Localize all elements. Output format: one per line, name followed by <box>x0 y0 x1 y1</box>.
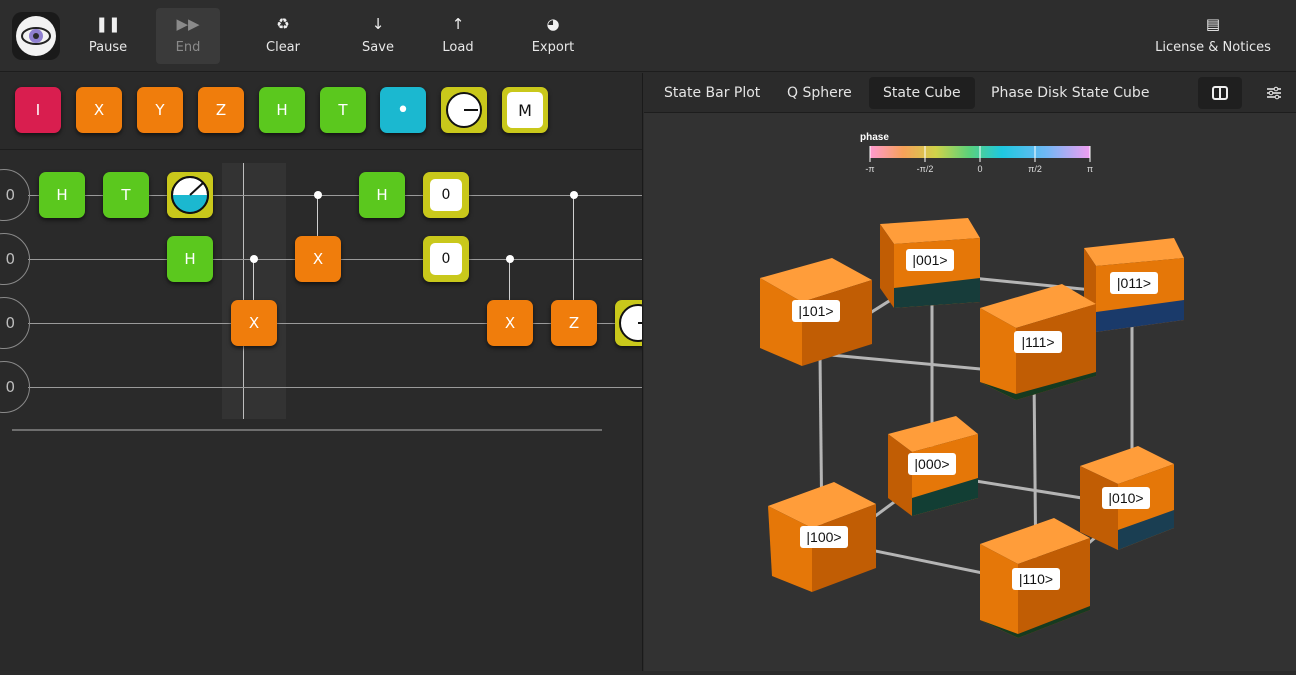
control-dot[interactable] <box>250 255 258 263</box>
circuit-gate-x[interactable]: X <box>231 300 277 346</box>
load-button[interactable]: ↑ Load <box>428 8 488 64</box>
circuit-gate-probe[interactable] <box>615 300 642 346</box>
arrow-down-icon: ↓ <box>371 15 385 33</box>
pause-icon: ❚❚ <box>95 15 121 33</box>
state-label: |111> <box>1021 334 1054 350</box>
state-label: |011> <box>1117 275 1151 291</box>
legend-tick: 0 <box>977 164 982 174</box>
state-cube-101[interactable]: |101> <box>760 258 872 366</box>
circuit-gate-x[interactable]: X <box>295 236 341 282</box>
circuit-divider <box>12 429 602 431</box>
palette-icon: ◕ <box>546 15 560 33</box>
state-cube-110[interactable]: |110> <box>980 518 1090 638</box>
palette-gate-x[interactable]: X <box>76 87 122 133</box>
state-cube-view[interactable]: phase -π -π/2 0 π/2 π |001> |011> |000> … <box>644 114 1296 671</box>
split-view-icon[interactable] <box>1198 77 1242 109</box>
circuit-gate-probe[interactable] <box>167 172 213 218</box>
palette-gate-y[interactable]: Y <box>137 87 183 133</box>
palette-gate-measure[interactable]: M <box>502 87 548 133</box>
state-cube-001[interactable]: |001> <box>880 218 980 308</box>
state-cube-010[interactable]: |010> <box>1080 446 1174 550</box>
tab-phase-disk-state-cube[interactable]: Phase Disk State Cube <box>977 77 1163 109</box>
legend-tick: π/2 <box>1028 164 1042 174</box>
document-icon: ▤ <box>1205 15 1221 33</box>
qubit-wire <box>28 387 642 388</box>
pause-button[interactable]: ❚❚ Pause <box>78 8 138 64</box>
column-cursor <box>243 163 244 419</box>
fast-forward-icon: ▶▶ <box>176 15 200 33</box>
eye-icon <box>16 16 56 56</box>
license-button[interactable]: ▤ License & Notices <box>1150 8 1276 64</box>
visualization-panel: State Bar Plot Q Sphere State Cube Phase… <box>644 73 1296 671</box>
state-cube-111[interactable]: |111> <box>980 284 1096 400</box>
qubit-label[interactable]: 0 <box>0 361 30 413</box>
clear-button[interactable]: ♻ Clear <box>253 8 313 64</box>
palette-gate-z[interactable]: Z <box>198 87 244 133</box>
circuit-gate-h[interactable]: H <box>39 172 85 218</box>
legend-tick: -π/2 <box>917 164 934 174</box>
circuit-gate-z[interactable]: Z <box>551 300 597 346</box>
state-label: |110> <box>1019 571 1053 587</box>
column-highlight <box>222 163 286 419</box>
state-label: |001> <box>912 252 947 268</box>
tab-state-bar-plot[interactable]: State Bar Plot <box>650 77 774 109</box>
palette-gate-control[interactable]: • <box>380 87 426 133</box>
control-dot[interactable] <box>506 255 514 263</box>
state-cube-011[interactable]: |011> <box>1084 238 1184 332</box>
circuit-gate-t[interactable]: T <box>103 172 149 218</box>
settings-sliders-icon[interactable] <box>1252 77 1296 109</box>
state-cube-canvas[interactable]: phase -π -π/2 0 π/2 π |001> |011> |000> … <box>644 114 1296 671</box>
palette-gate-i[interactable]: I <box>15 87 61 133</box>
end-button[interactable]: ▶▶ End <box>156 8 220 64</box>
state-label: |010> <box>1108 490 1143 506</box>
qubit-label[interactable]: 0 <box>0 169 30 221</box>
circuit-canvas[interactable]: 0 0 0 0 H T H 0 H X 0 X X Z <box>0 150 642 671</box>
save-button[interactable]: ↓ Save <box>348 8 408 64</box>
palette-gate-h[interactable]: H <box>259 87 305 133</box>
state-cube-000[interactable]: |000> <box>888 416 978 516</box>
circuit-gate-h[interactable]: H <box>167 236 213 282</box>
probability-dial-icon <box>171 176 209 214</box>
qubit-label[interactable]: 0 <box>0 297 30 349</box>
recycle-icon: ♻ <box>276 15 290 33</box>
legend-tick: -π <box>865 164 874 174</box>
control-dot[interactable] <box>570 191 578 199</box>
circuit-gate-x[interactable]: X <box>487 300 533 346</box>
tab-q-sphere[interactable]: Q Sphere <box>773 77 866 109</box>
top-toolbar: ❚❚ Pause ▶▶ End ♻ Clear ↓ Save ↑ Load ◕ … <box>0 0 1296 72</box>
viz-tabs: State Bar Plot Q Sphere State Cube Phase… <box>644 73 1296 113</box>
control-dot[interactable] <box>314 191 322 199</box>
app-logo[interactable] <box>12 12 60 60</box>
state-label: |100> <box>806 529 841 545</box>
palette-gate-t[interactable]: T <box>320 87 366 133</box>
state-label: |000> <box>914 456 949 472</box>
state-label: |101> <box>798 303 833 319</box>
circuit-gate-reset[interactable]: 0 <box>423 236 469 282</box>
gate-palette: I X Y Z H T • M <box>0 73 642 150</box>
qubit-label[interactable]: 0 <box>0 233 30 285</box>
dial-icon <box>619 304 642 342</box>
legend-tick: π <box>1087 164 1093 174</box>
circuit-gate-h[interactable]: H <box>359 172 405 218</box>
palette-gate-probe[interactable] <box>441 87 487 133</box>
circuit-panel: I X Y Z H T • M 0 0 0 0 H T H 0 H X 0 X … <box>0 73 643 671</box>
legend-title: phase <box>860 132 889 143</box>
export-button[interactable]: ◕ Export <box>520 8 586 64</box>
dial-icon <box>446 92 482 128</box>
state-cube-100[interactable]: |100> <box>768 482 876 592</box>
arrow-up-icon: ↑ <box>451 15 465 33</box>
tab-state-cube[interactable]: State Cube <box>869 77 975 109</box>
circuit-gate-reset[interactable]: 0 <box>423 172 469 218</box>
